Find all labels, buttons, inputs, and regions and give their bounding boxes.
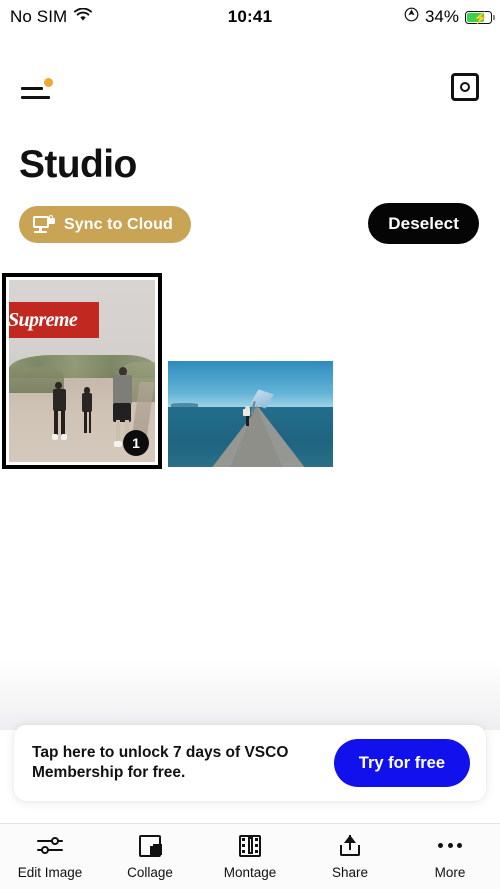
battery-icon: ⚡ xyxy=(465,10,495,25)
promo-gradient-shade xyxy=(0,660,500,730)
try-for-free-label: Try for free xyxy=(358,753,445,772)
camera-icon[interactable] xyxy=(451,73,479,101)
toolbar-item-more[interactable]: More xyxy=(400,834,500,880)
try-for-free-button[interactable]: Try for free xyxy=(333,739,470,787)
toolbar-label-share: Share xyxy=(331,864,369,880)
deselect-label: Deselect xyxy=(388,213,459,233)
page-title: Studio xyxy=(19,143,137,186)
selection-badge: 1 xyxy=(123,430,149,456)
collage-grid-icon xyxy=(136,834,164,858)
battery-percent-label: 34% xyxy=(424,7,459,26)
studio-screen: No SIM 10:41 34% ⚡ Studio Sync to Cloud … xyxy=(0,0,500,889)
toolbar-label-montage: Montage xyxy=(223,864,277,880)
toolbar-item-edit-image[interactable]: Edit Image xyxy=(0,834,100,880)
monitor-lock-icon xyxy=(33,215,55,234)
toolbar-label-edit-image: Edit Image xyxy=(17,864,83,880)
ellipsis-icon xyxy=(436,834,464,858)
toolbar-item-share[interactable]: Share xyxy=(300,834,400,880)
location-arrow-icon xyxy=(404,7,419,27)
pier-photo-thumbnail xyxy=(168,361,333,467)
supreme-photo-thumbnail: Supreme 1 xyxy=(9,280,155,462)
sync-to-cloud-button[interactable]: Sync to Cloud xyxy=(19,206,191,243)
charging-bolt-icon: ⚡ xyxy=(473,10,488,25)
gallery-item-pier[interactable] xyxy=(168,361,333,467)
menu-notification-badge xyxy=(44,78,53,87)
status-bar: No SIM 10:41 34% ⚡ xyxy=(0,0,500,34)
supreme-logo-overlay: Supreme xyxy=(9,301,100,339)
bottom-toolbar: Edit Image Collage Montage Share More xyxy=(0,823,500,889)
membership-promo-banner[interactable]: Tap here to unlock 7 days of VSCO Member… xyxy=(14,725,486,801)
promo-text: Tap here to unlock 7 days of VSCO Member… xyxy=(32,744,289,781)
film-strip-icon xyxy=(236,834,264,858)
toolbar-label-collage: Collage xyxy=(127,864,173,880)
share-upload-icon xyxy=(336,834,364,858)
sliders-icon xyxy=(36,834,64,858)
toolbar-label-more: More xyxy=(434,864,466,880)
sync-to-cloud-label: Sync to Cloud xyxy=(64,215,173,233)
status-bar-right: 34% ⚡ xyxy=(404,7,495,27)
hamburger-menu-icon[interactable] xyxy=(19,78,53,104)
top-nav-bar xyxy=(0,68,500,116)
deselect-button[interactable]: Deselect xyxy=(368,203,479,244)
supreme-overlay-text: Supreme xyxy=(9,308,78,331)
toolbar-item-collage[interactable]: Collage xyxy=(100,834,200,880)
gallery-item-supreme[interactable]: Supreme 1 xyxy=(2,273,162,469)
toolbar-item-montage[interactable]: Montage xyxy=(200,834,300,880)
